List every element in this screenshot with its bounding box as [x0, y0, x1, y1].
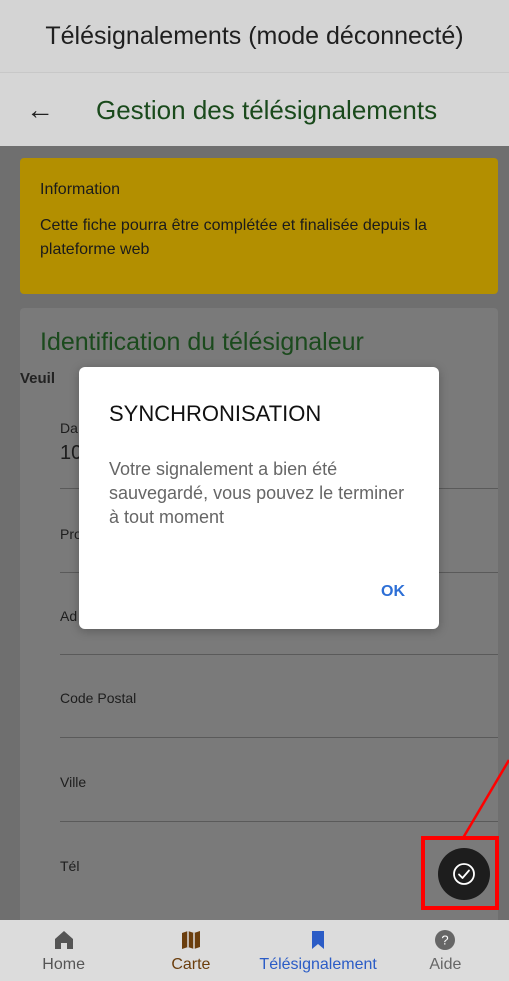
bottom-navigation: Home Carte Télésignalement ? Aide [0, 920, 509, 981]
dialog-title: SYNCHRONISATION [109, 401, 322, 426]
nav-label-aide: Aide [429, 956, 462, 973]
app-title: Télésignalements (mode déconnecté) [45, 21, 464, 50]
ville-label: Ville [60, 774, 87, 790]
nav-item-carte[interactable]: Carte [127, 920, 254, 981]
ok-button[interactable]: OK [381, 583, 405, 601]
code-postal-field[interactable]: Code Postal [60, 690, 498, 706]
information-text: Cette fiche pourra être complétée et fin… [40, 217, 427, 258]
identification-subtitle: Veuil [20, 370, 56, 387]
code-postal-label: Code Postal [60, 690, 137, 706]
nav-label-home: Home [42, 956, 85, 973]
nav-label-carte: Carte [171, 956, 211, 973]
svg-text:?: ? [442, 933, 449, 948]
map-icon [181, 931, 200, 949]
information-title: Information [40, 181, 121, 198]
identification-title: Identification du télésignaleur [40, 328, 364, 356]
synchronisation-dialog: SYNCHRONISATION Votre signalement a bien… [79, 367, 439, 629]
ville-divider [60, 821, 498, 822]
code-postal-divider [60, 737, 498, 738]
adresse-divider [60, 654, 498, 655]
dialog-message: Votre signalement a bien été sauvegardé,… [109, 459, 405, 527]
nav-item-home[interactable]: Home [0, 920, 127, 981]
check-circle-icon [453, 863, 475, 885]
page-title: Gestion des télésignalements [96, 94, 438, 125]
help-icon: ? [435, 930, 456, 950]
bookmark-icon [312, 931, 325, 949]
app-title-bar: Télésignalements (mode déconnecté) [0, 0, 509, 72]
nav-label-telesignalement: Télésignalement [259, 956, 377, 973]
nav-item-telesignalement[interactable]: Télésignalement [255, 920, 382, 981]
back-arrow-icon[interactable]: ← [26, 94, 70, 126]
home-icon [54, 931, 73, 949]
information-box: Information Cette fiche pourra être comp… [20, 158, 498, 294]
submit-check-button[interactable] [438, 848, 490, 900]
ville-field[interactable]: Ville [60, 774, 498, 790]
page-header: ← Gestion des télésignalements [0, 72, 509, 147]
nav-item-aide[interactable]: ? Aide [382, 920, 509, 981]
